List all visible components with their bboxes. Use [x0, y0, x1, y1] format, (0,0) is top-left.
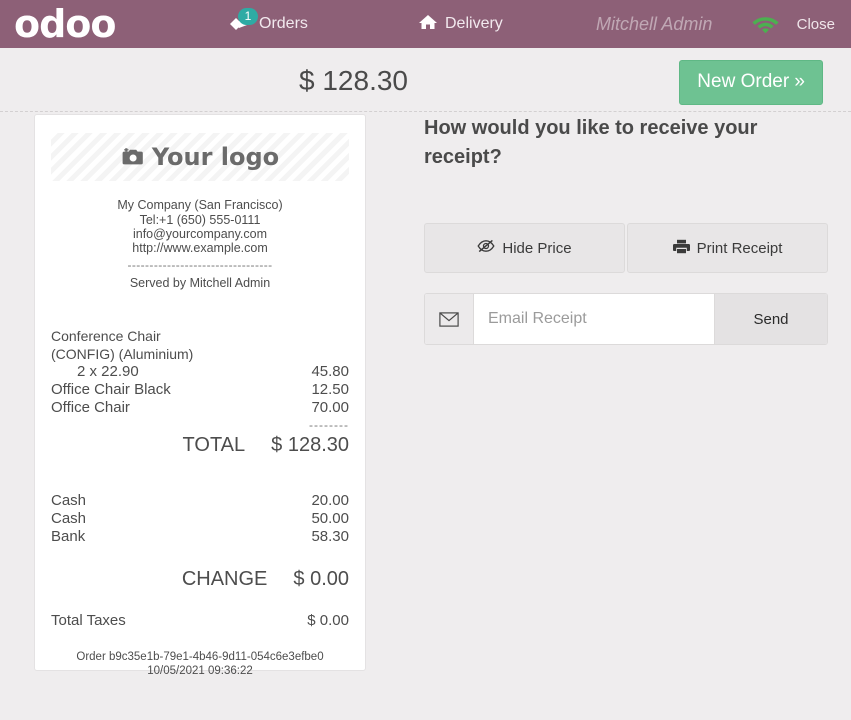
order-line-amount: 12.50 — [311, 380, 349, 398]
odoo-logo-text: odoo — [14, 2, 117, 46]
nav-delivery-label: Delivery — [445, 15, 503, 32]
envelope-icon — [425, 294, 474, 344]
receipt-total-row: TOTAL $ 128.30 — [51, 433, 349, 456]
order-line: Office Chair Black 12.50 — [51, 381, 349, 399]
payment-method: Cash — [51, 491, 87, 509]
receipt-logo-placeholder: Your logo — [51, 133, 349, 181]
taxes-label: Total Taxes — [51, 611, 126, 629]
new-order-button[interactable]: New Order » — [679, 60, 823, 105]
order-total-bar: $ 128.30 New Order » — [0, 48, 851, 112]
served-by-text: Served by Mitchell Admin — [129, 275, 271, 290]
receipt-payment-lines: Cash 20.00 Cash 50.00 Bank 58.30 CHANGE … — [51, 492, 349, 630]
payment-amount: 50.00 — [311, 509, 349, 527]
email-receipt-row: Send — [424, 293, 828, 345]
receipt-order-lines: Conference Chair (CONFIG) (Aluminium) 2 … — [51, 327, 349, 456]
company-address-block: My Company (San Francisco) Tel:+1 (650) … — [51, 199, 349, 256]
order-line-amount: 70.00 — [311, 398, 349, 416]
receipt-action-buttons: Hide Price Print Receipt — [424, 223, 828, 273]
camera-icon — [121, 147, 144, 168]
logo-placeholder-text: Your logo — [151, 143, 280, 171]
receipt-question-title: How would you like to receive your recei… — [424, 117, 758, 168]
home-icon — [418, 13, 438, 35]
payment-amount: 58.30 — [311, 527, 349, 545]
change-label: CHANGE — [181, 567, 268, 590]
printer-icon — [672, 239, 690, 258]
current-user-name: Mitchell Admin — [596, 13, 713, 34]
order-line-name: Office Chair — [51, 398, 130, 416]
payment-method: Cash — [51, 509, 87, 527]
send-email-button[interactable]: Send — [714, 294, 827, 344]
payment-line: Cash 20.00 — [51, 492, 349, 510]
payment-amount: 20.00 — [311, 491, 349, 509]
order-reference: Order b9c35e1b-79e1-4b46-9d11-054c6e3efb… — [76, 650, 324, 663]
nav-item-delivery[interactable]: Delivery — [412, 0, 509, 48]
order-line-name: Office Chair Black — [51, 380, 171, 398]
company-website: http://www.example.com — [132, 240, 268, 255]
print-receipt-label: Print Receipt — [696, 239, 783, 257]
receipt-order-meta: Order b9c35e1b-79e1-4b46-9d11-054c6e3efb… — [51, 650, 349, 678]
order-line-amount: 45.80 — [311, 362, 349, 380]
hide-price-label: Hide Price — [502, 239, 572, 257]
nav-item-orders[interactable]: 1 Orders — [222, 0, 314, 48]
payment-line: Bank 58.30 — [51, 528, 349, 546]
receipt-change-row: CHANGE $ 0.00 — [51, 567, 349, 590]
taxes-amount: $ 0.00 — [307, 611, 349, 629]
order-line-name: Conference Chair (CONFIG) (Aluminium) — [51, 327, 194, 362]
receipt-actions-pane: How would you like to receive your recei… — [424, 112, 828, 345]
receipt-taxes-row: Total Taxes $ 0.00 — [51, 612, 349, 630]
wifi-status-icon[interactable] — [752, 13, 779, 39]
orders-count-badge: 1 — [238, 8, 258, 25]
order-total-amount: $ 128.30 — [299, 65, 408, 96]
payment-method: Bank — [51, 527, 86, 545]
receipt-total-label: TOTAL — [182, 433, 246, 456]
odoo-logo[interactable]: odoo — [0, 5, 180, 43]
order-datetime: 10/05/2021 09:36:22 — [147, 664, 253, 677]
receipt-divider-top: --------------------------------- — [127, 258, 273, 271]
payment-line: Cash 50.00 — [51, 510, 349, 528]
top-navigation-bar: odoo 1 Orders Delivery Mitchell Admin Cl… — [0, 0, 851, 48]
company-email: info@yourcompany.com — [132, 226, 268, 241]
order-line: Conference Chair (CONFIG) (Aluminium) 2 … — [51, 327, 349, 381]
subtotal-divider: -------- — [309, 417, 349, 432]
nav-orders-label: Orders — [259, 15, 308, 32]
ticket-icon: 1 — [228, 8, 258, 35]
email-receipt-input[interactable] — [474, 294, 714, 344]
close-button[interactable]: Close — [797, 16, 835, 33]
receipt-total-amount: $ 128.30 — [271, 433, 349, 456]
company-phone: Tel:+1 (650) 555-0111 — [139, 212, 261, 227]
company-name: My Company (San Francisco) — [117, 198, 283, 213]
receipt-screen: Your logo My Company (San Francisco) Tel… — [0, 112, 851, 720]
eye-slash-icon — [477, 239, 495, 257]
order-line: Office Chair 70.00 — [51, 399, 349, 417]
change-amount: $ 0.00 — [293, 567, 349, 590]
print-receipt-button[interactable]: Print Receipt — [627, 223, 828, 273]
hide-price-button[interactable]: Hide Price — [424, 223, 625, 273]
order-line-qty: 2 x 22.90 — [77, 362, 139, 380]
receipt-card: Your logo My Company (San Francisco) Tel… — [34, 114, 366, 677]
